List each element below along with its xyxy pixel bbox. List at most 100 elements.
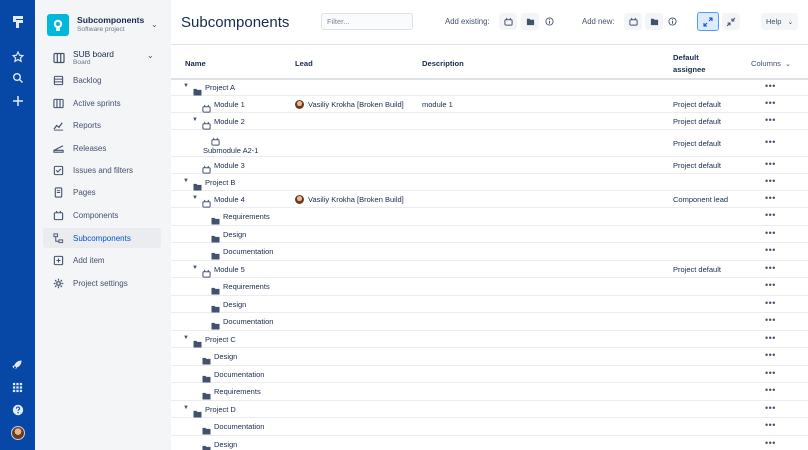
table-row[interactable]: Module 3 Project default ••• — [171, 157, 808, 174]
sidebar-item-add-item[interactable]: Add item — [43, 250, 161, 270]
component-name[interactable]: Project A — [205, 83, 235, 92]
more-actions-button[interactable]: ••• — [765, 280, 776, 290]
filter-input[interactable] — [321, 13, 413, 30]
sidebar-item-releases[interactable]: Releases — [43, 138, 161, 158]
add-new-info-button[interactable] — [663, 13, 681, 30]
help-icon[interactable] — [0, 402, 35, 418]
component-name[interactable]: Documentation — [223, 247, 273, 256]
sidebar-item-issues-and-filters[interactable]: Issues and filters — [43, 160, 161, 180]
component-name[interactable]: Module 1 — [214, 100, 245, 109]
component-name[interactable]: Design — [223, 300, 246, 309]
table-row[interactable]: ▼ Project A ••• — [171, 80, 808, 96]
table-row[interactable]: Documentation ••• — [171, 243, 808, 261]
more-actions-button[interactable]: ••• — [765, 298, 776, 308]
columns-dropdown[interactable]: Columns ⌄ — [751, 59, 791, 68]
component-name[interactable]: Project C — [205, 335, 236, 344]
lead-name[interactable]: Vasiliy Krokha [Broken Build] — [308, 100, 404, 109]
profile-avatar[interactable] — [0, 425, 35, 441]
rocket-icon[interactable] — [0, 356, 35, 372]
more-actions-button[interactable]: ••• — [765, 315, 776, 325]
more-actions-button[interactable]: ••• — [765, 333, 776, 343]
project-header[interactable]: Subcomponents Software project ⌄ — [47, 12, 159, 38]
more-actions-button[interactable]: ••• — [765, 368, 776, 378]
component-name[interactable]: Module 3 — [214, 161, 245, 170]
sidebar-item-backlog[interactable]: Backlog — [43, 70, 161, 90]
expand-toggle-icon[interactable]: ▼ — [192, 265, 198, 271]
component-name[interactable]: Documentation — [223, 317, 273, 326]
help-button[interactable]: Help ⌄ — [761, 13, 798, 30]
expand-toggle-icon[interactable]: ▼ — [192, 195, 198, 201]
column-header-assignee-line1[interactable]: Default — [673, 53, 699, 62]
table-row[interactable]: Design ••• — [171, 226, 808, 243]
board-switcher[interactable]: SUB board Board ⌄ — [51, 49, 163, 67]
chevron-down-icon[interactable]: ⌄ — [151, 20, 158, 29]
component-name[interactable]: Requirements — [214, 387, 261, 396]
more-actions-button[interactable]: ••• — [765, 438, 776, 448]
table-row[interactable]: Design ••• — [171, 296, 808, 313]
more-actions-button[interactable]: ••• — [765, 193, 776, 203]
component-name[interactable]: Documentation — [214, 370, 264, 379]
component-name[interactable]: Module 2 — [214, 117, 245, 126]
column-header-name[interactable]: Name — [185, 59, 206, 68]
search-icon[interactable] — [0, 69, 35, 87]
more-actions-button[interactable]: ••• — [765, 228, 776, 238]
more-actions-button[interactable]: ••• — [765, 210, 776, 220]
sidebar-item-pages[interactable]: Pages — [43, 182, 161, 202]
add-new-component-button[interactable] — [624, 13, 642, 30]
more-actions-button[interactable]: ••• — [765, 159, 776, 169]
expand-toggle-icon[interactable]: ▼ — [183, 405, 189, 411]
table-row[interactable]: Requirements ••• — [171, 278, 808, 296]
sidebar-item-project-settings[interactable]: Project settings — [43, 273, 161, 293]
sidebar-item-components[interactable]: Components — [43, 205, 161, 225]
table-row[interactable]: Documentation ••• — [171, 313, 808, 331]
more-actions-button[interactable]: ••• — [765, 245, 776, 255]
table-row[interactable]: ▼ Project B ••• — [171, 174, 808, 191]
component-name[interactable]: Requirements — [223, 282, 270, 291]
more-actions-button[interactable]: ••• — [765, 403, 776, 413]
more-actions-button[interactable]: ••• — [765, 350, 776, 360]
table-row[interactable]: Requirements ••• — [171, 208, 808, 226]
more-actions-button[interactable]: ••• — [765, 176, 776, 186]
lead-name[interactable]: Vasiliy Krokha [Broken Build] — [308, 195, 404, 204]
table-row[interactable]: ▼ Module 2 Project default ••• — [171, 113, 808, 130]
add-existing-component-button[interactable] — [499, 13, 517, 30]
expand-toggle-icon[interactable]: ▼ — [192, 117, 198, 123]
sidebar-item-active-sprints[interactable]: Active sprints — [43, 93, 161, 113]
column-header-assignee-line2[interactable]: assignee — [673, 65, 706, 74]
more-actions-button[interactable]: ••• — [765, 115, 776, 125]
table-row[interactable]: Design ••• — [171, 348, 808, 366]
starred-icon[interactable] — [0, 48, 35, 66]
component-name[interactable]: Submodule A2-1 — [203, 146, 258, 155]
table-row[interactable]: Documentation ••• — [171, 366, 808, 383]
table-row[interactable]: Module 1 Vasiliy Krokha [Broken Build] mod… — [171, 96, 808, 113]
sidebar-item-subcomponents[interactable]: Subcomponents — [43, 228, 161, 248]
component-name[interactable]: Module 5 — [214, 265, 245, 274]
component-name[interactable]: Design — [223, 230, 246, 239]
column-header-description[interactable]: Description — [422, 59, 464, 68]
table-row[interactable]: Documentation ••• — [171, 418, 808, 436]
more-actions-button[interactable]: ••• — [765, 263, 776, 273]
column-header-lead[interactable]: Lead — [295, 59, 313, 68]
component-name[interactable]: Design — [214, 440, 237, 449]
more-actions-button[interactable]: ••• — [765, 420, 776, 430]
component-name[interactable]: Requirements — [223, 212, 270, 221]
app-switcher-icon[interactable] — [0, 379, 35, 395]
component-name[interactable]: Design — [214, 352, 237, 361]
add-existing-folder-button[interactable] — [521, 13, 539, 30]
table-row[interactable]: ▼ Project C ••• — [171, 331, 808, 348]
component-name[interactable]: Project B — [205, 178, 235, 187]
table-row[interactable]: ▼ Module 4 Vasiliy Krokha [Broken Build] Co… — [171, 191, 808, 208]
expand-toggle-icon[interactable]: ▼ — [183, 335, 189, 341]
chevron-down-icon[interactable]: ⌄ — [147, 51, 154, 60]
more-actions-button[interactable]: ••• — [765, 385, 776, 395]
table-row[interactable]: Submodule A2-1 Project default ••• — [171, 130, 808, 157]
sidebar-item-reports[interactable]: Reports — [43, 115, 161, 135]
more-actions-button[interactable]: ••• — [765, 98, 776, 108]
table-row[interactable]: ▼ Project D ••• — [171, 401, 808, 418]
create-icon[interactable] — [0, 92, 35, 110]
more-actions-button[interactable]: ••• — [765, 137, 776, 147]
expand-all-button[interactable] — [697, 12, 719, 31]
table-row[interactable]: ▼ Module 5 Project default ••• — [171, 261, 808, 278]
component-name[interactable]: Project D — [205, 405, 236, 414]
collapse-all-button[interactable] — [722, 13, 740, 30]
